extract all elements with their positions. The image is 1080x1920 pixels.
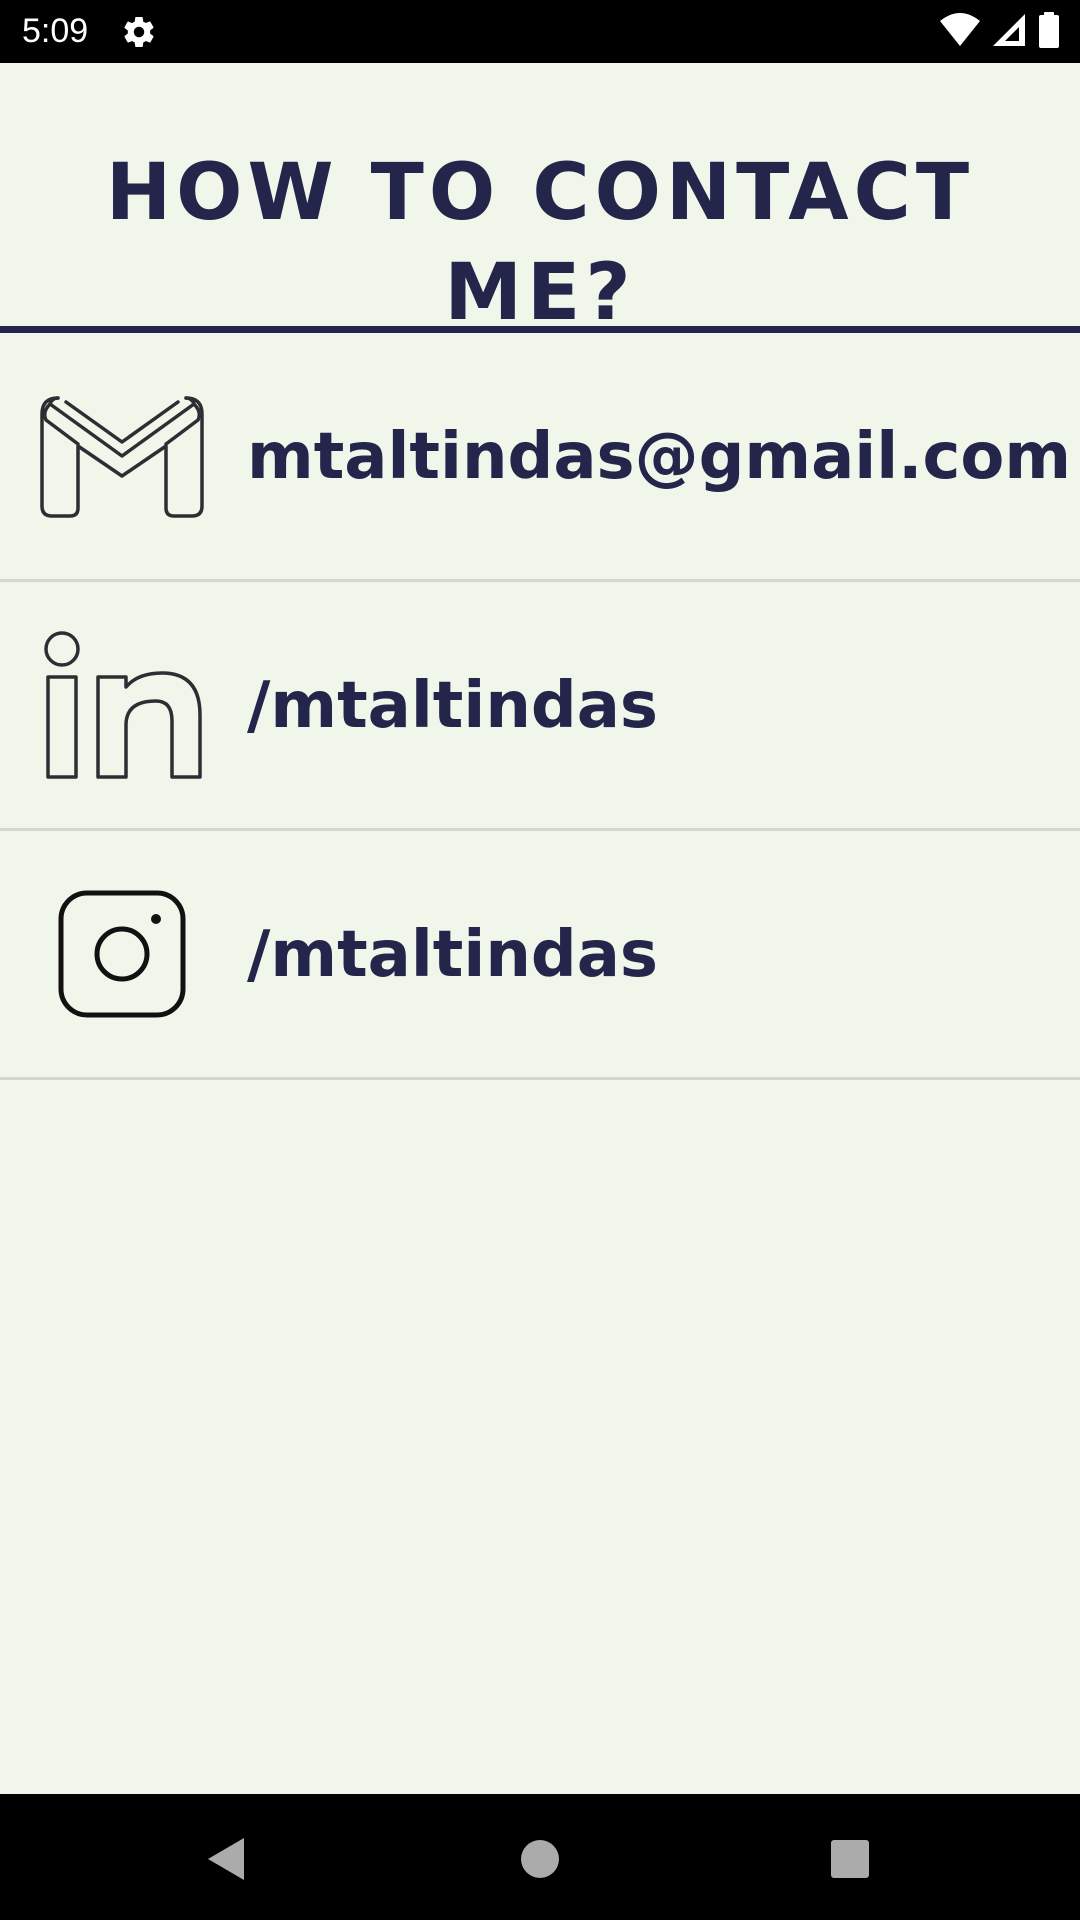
header-divider — [0, 326, 1080, 333]
recents-icon[interactable] — [815, 1824, 885, 1894]
linkedin-icon — [40, 631, 204, 779]
navigation-bar — [0, 1794, 1080, 1920]
home-icon[interactable] — [505, 1824, 575, 1894]
status-bar: 5:09 — [0, 0, 1080, 63]
contact-screen: HOW TO CONTACT ME? mtaltindas@gmail.com — [0, 63, 1080, 1794]
status-time: 5:09 — [22, 12, 89, 50]
linkedin-handle: /mtaltindas — [247, 669, 658, 743]
gmail-icon — [40, 389, 204, 523]
instagram-handle: /mtaltindas — [247, 918, 658, 992]
email-address: mtaltindas@gmail.com — [247, 420, 1072, 494]
battery-icon — [1038, 12, 1060, 52]
contact-list: mtaltindas@gmail.com /mtaltindas /mtalti… — [0, 333, 1080, 1080]
status-icons — [940, 12, 1060, 52]
contact-row-linkedin[interactable]: /mtaltindas — [0, 582, 1080, 831]
contact-row-email[interactable]: mtaltindas@gmail.com — [0, 333, 1080, 582]
cell-signal-icon — [992, 13, 1026, 51]
instagram-icon — [40, 887, 204, 1021]
header: HOW TO CONTACT ME? — [0, 63, 1080, 338]
wifi-icon — [940, 13, 980, 51]
contact-row-instagram[interactable]: /mtaltindas — [0, 831, 1080, 1080]
page-title: HOW TO CONTACT ME? — [105, 148, 975, 338]
back-icon[interactable] — [190, 1824, 260, 1894]
gear-icon — [121, 14, 157, 50]
